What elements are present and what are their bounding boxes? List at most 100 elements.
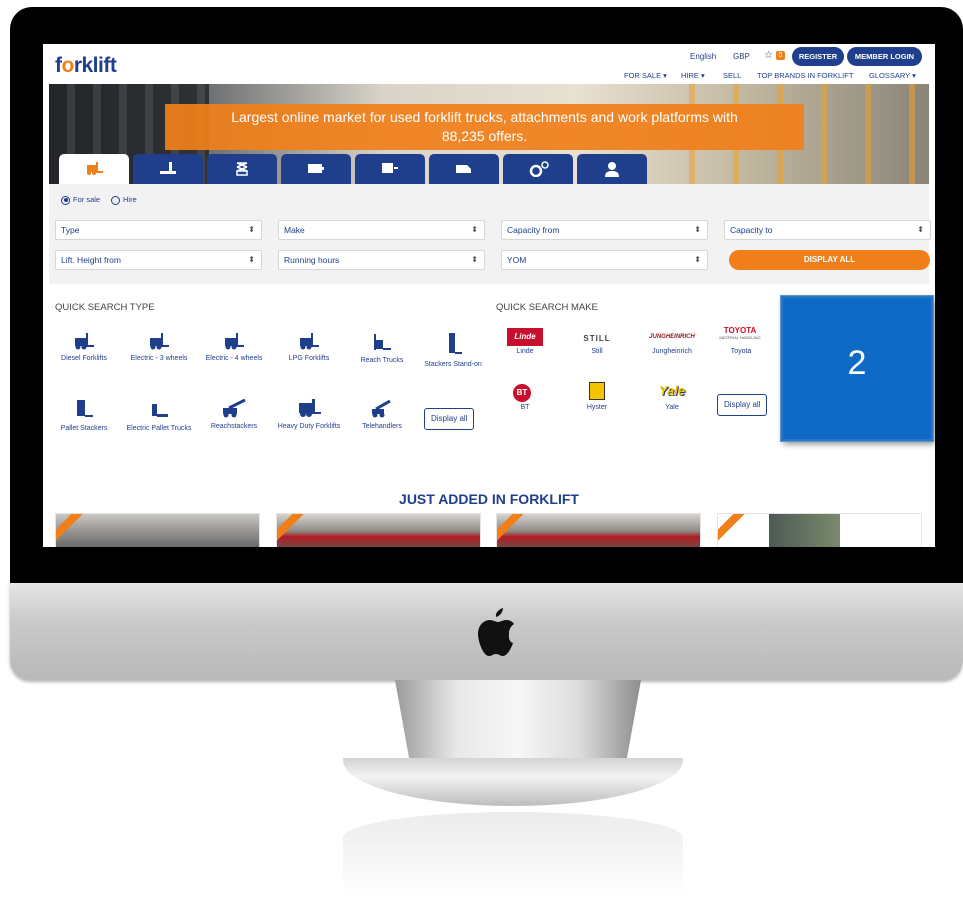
tab-forklifts[interactable] bbox=[59, 154, 129, 184]
just-added-title: JUST ADDED IN FORKLIFT bbox=[399, 491, 579, 507]
quick-type-label: Diesel Forklifts bbox=[61, 355, 107, 362]
brand-label-jungheinrich[interactable]: Jungheinrich bbox=[637, 348, 707, 355]
radio-for-sale[interactable]: For sale bbox=[61, 195, 100, 205]
yom-select[interactable]: YOM ⬍ bbox=[501, 250, 708, 270]
tab-work-platforms[interactable] bbox=[207, 154, 277, 184]
quick-type-lpg[interactable]: LPG Forklifts bbox=[274, 332, 344, 363]
type-select[interactable]: Type ⬍ bbox=[55, 220, 262, 240]
radio-hire[interactable]: Hire bbox=[111, 195, 137, 205]
tab-containers[interactable] bbox=[355, 154, 425, 184]
tab-batteries[interactable] bbox=[281, 154, 351, 184]
quick-search-type-title: QUICK SEARCH TYPE bbox=[55, 302, 155, 313]
nav-glossary[interactable]: GLOSSARY ▾ bbox=[869, 71, 916, 80]
capacity-to-select[interactable]: Capacity to ⬍ bbox=[724, 220, 931, 240]
quick-type-telehandlers[interactable]: Telehandlers bbox=[347, 398, 417, 431]
electric-forklift-icon bbox=[150, 333, 169, 350]
quick-type-reachstackers[interactable]: Reachstackers bbox=[199, 398, 269, 431]
capacity-from-select[interactable]: Capacity from ⬍ bbox=[501, 220, 708, 240]
stacker-icon bbox=[449, 333, 462, 354]
listing-photo bbox=[497, 514, 700, 547]
pallet-truck-icon bbox=[160, 162, 176, 174]
currency-selector[interactable]: GBP bbox=[733, 52, 750, 61]
pallet-truck-icon bbox=[152, 404, 168, 417]
quick-type-heavy-duty[interactable]: Heavy Duty Forklifts bbox=[274, 398, 344, 431]
display-all-types-button[interactable]: Display all bbox=[424, 408, 475, 430]
favorites-count-badge: 0 bbox=[776, 51, 785, 60]
radio-dot-icon bbox=[111, 195, 120, 205]
container-handler-icon bbox=[382, 163, 398, 173]
select-value: Lift. Height from bbox=[61, 255, 121, 265]
running-hours-select[interactable]: Running hours ⬍ bbox=[278, 250, 485, 270]
apple-logo-icon bbox=[478, 608, 514, 656]
tab-pallet-trucks[interactable] bbox=[133, 154, 203, 184]
brand-label-hyster[interactable]: Hyster bbox=[562, 404, 632, 411]
register-button[interactable]: REGISTER bbox=[792, 47, 844, 66]
nav-for-sale[interactable]: FOR SALE ▾ bbox=[624, 71, 667, 80]
quick-type-label: LPG Forklifts bbox=[288, 355, 330, 362]
lift-height-select[interactable]: Lift. Height from ⬍ bbox=[55, 250, 262, 270]
select-arrows-icon: ⬍ bbox=[248, 225, 255, 234]
tab-services[interactable] bbox=[577, 154, 647, 184]
make-select[interactable]: Make ⬍ bbox=[278, 220, 485, 240]
hero-banner: Largest online market for used forklift … bbox=[165, 104, 804, 150]
hero-text-line2: 88,235 offers. bbox=[441, 128, 528, 144]
base-reflection bbox=[343, 812, 683, 898]
select-value: Capacity to bbox=[730, 225, 773, 235]
electric-forklift-icon bbox=[225, 333, 244, 350]
site-logo[interactable]: forklift bbox=[55, 54, 117, 78]
listing-card[interactable] bbox=[55, 513, 260, 547]
nav-sell[interactable]: SELL bbox=[723, 71, 741, 80]
still-logo[interactable]: STILL bbox=[577, 330, 617, 348]
quick-type-label: Electric - 3 wheels bbox=[130, 355, 188, 362]
toyota-logo[interactable]: TOYOTA MATERIAL HANDLING bbox=[717, 326, 763, 340]
tab-vehicles[interactable] bbox=[429, 154, 499, 184]
listing-card[interactable] bbox=[276, 513, 481, 547]
scissor-lift-icon bbox=[236, 162, 248, 176]
member-login-button[interactable]: MEMBER LOGIN bbox=[847, 47, 922, 66]
brand-label-yale[interactable]: Yale bbox=[637, 404, 707, 411]
listing-card[interactable] bbox=[717, 513, 922, 547]
linde-logo[interactable]: Linde bbox=[507, 328, 543, 346]
listing-card[interactable] bbox=[496, 513, 701, 547]
select-value: Running hours bbox=[284, 255, 340, 265]
vehicle-icon bbox=[456, 165, 471, 173]
hero-text-line1: Largest online market for used forklift … bbox=[231, 109, 738, 125]
quick-type-stackers-stand-on[interactable]: Stackers Stand-on bbox=[418, 332, 488, 369]
language-selector[interactable]: English bbox=[690, 52, 716, 61]
gears-icon bbox=[529, 161, 549, 177]
quick-type-pallet-stackers[interactable]: Pallet Stackers bbox=[49, 398, 119, 433]
select-arrows-icon: ⬍ bbox=[917, 225, 924, 234]
radio-dot-checked-icon bbox=[61, 195, 70, 205]
select-arrows-icon: ⬍ bbox=[471, 255, 478, 264]
quick-type-electric-pallet-trucks[interactable]: Electric Pallet Trucks bbox=[124, 398, 194, 433]
quick-type-reach-trucks[interactable]: Reach Trucks bbox=[347, 332, 417, 365]
toyota-logo-subtext: MATERIAL HANDLING bbox=[719, 335, 761, 340]
jungheinrich-logo[interactable]: JUNGHEINRICH bbox=[647, 328, 697, 346]
yale-logo[interactable]: Yale bbox=[650, 382, 694, 400]
logo-accent: o bbox=[61, 54, 75, 77]
nav-top-brands[interactable]: TOP BRANDS IN FORKLIFT bbox=[757, 71, 853, 80]
monitor-stand bbox=[395, 680, 641, 762]
brand-label-bt[interactable]: BT bbox=[490, 404, 560, 411]
quick-type-diesel[interactable]: Diesel Forklifts bbox=[49, 332, 119, 363]
nav-hire[interactable]: HIRE ▾ bbox=[681, 71, 705, 80]
tab-attachments[interactable] bbox=[503, 154, 573, 184]
reachstacker-icon bbox=[223, 398, 246, 418]
hyster-logo-icon[interactable] bbox=[589, 382, 605, 400]
quick-type-electric-3[interactable]: Electric - 3 wheels bbox=[124, 332, 194, 363]
radio-label: For sale bbox=[73, 195, 101, 204]
quick-type-label: Electric - 4 wheels bbox=[205, 355, 263, 362]
quick-type-label: Heavy Duty Forklifts bbox=[277, 423, 341, 430]
display-all-makes-button[interactable]: Display all bbox=[717, 394, 768, 416]
quick-type-electric-4[interactable]: Electric - 4 wheels bbox=[199, 332, 269, 363]
bt-logo[interactable]: BT bbox=[513, 384, 531, 402]
top-bar: forklift English GBP ☆ 0 REGISTER MEMBER… bbox=[43, 44, 935, 84]
brand-label-toyota[interactable]: Toyota bbox=[706, 348, 776, 355]
star-icon[interactable]: ☆ bbox=[764, 50, 773, 61]
heavy-forklift-icon bbox=[299, 399, 321, 417]
brand-label-still[interactable]: Still bbox=[562, 348, 632, 355]
brand-label-linde[interactable]: Linde bbox=[490, 348, 560, 355]
listing-photo bbox=[277, 514, 480, 547]
display-all-button[interactable]: DISPLAY ALL bbox=[729, 250, 930, 270]
step-number-label: 2 bbox=[847, 344, 867, 382]
